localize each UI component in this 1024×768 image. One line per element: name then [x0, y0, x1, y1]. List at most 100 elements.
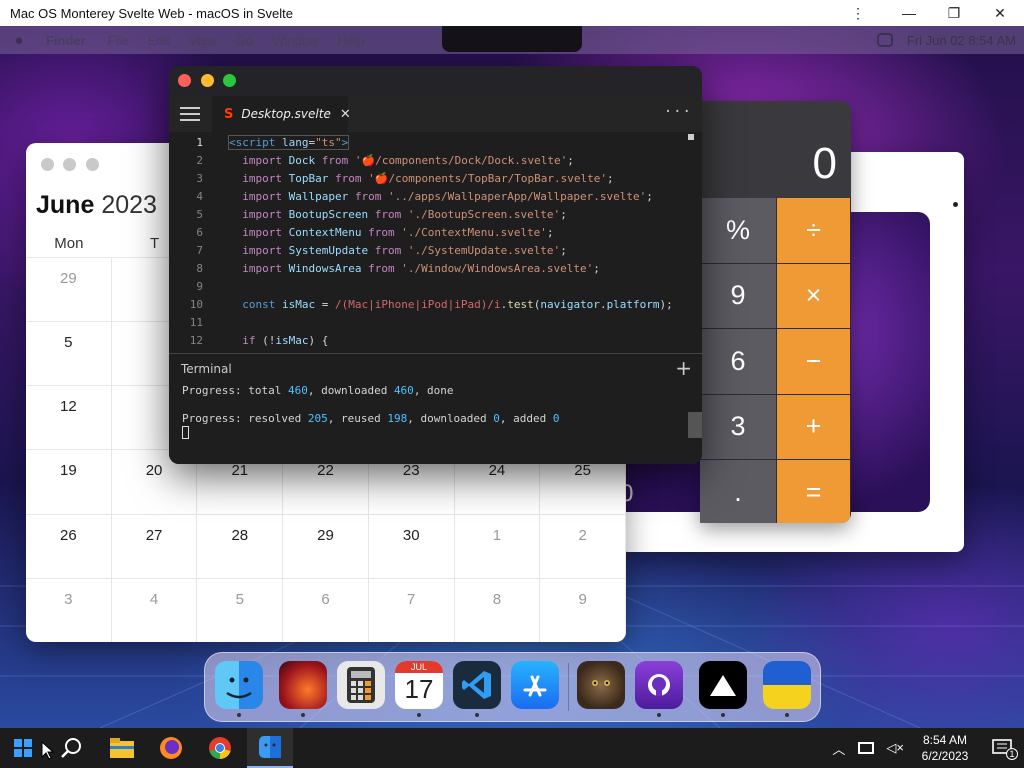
code-line: import Wallpaper from '../apps/Wallpaper… — [242, 190, 653, 203]
new-terminal-icon[interactable]: + — [675, 356, 692, 380]
calendar-day[interactable]: 5 — [197, 577, 284, 642]
taskbar-date: 6/2/2023 — [921, 749, 969, 763]
calendar-day[interactable]: 29 — [26, 257, 112, 322]
terminal-scrollbar[interactable] — [688, 412, 702, 438]
calendar-day[interactable]: 8 — [454, 577, 541, 642]
line-number: 8 — [196, 262, 203, 275]
maximize-icon[interactable]: ❐ — [934, 0, 974, 26]
more-actions-icon[interactable]: ··· — [664, 104, 692, 120]
window-dot — [953, 202, 958, 207]
calc-key-equals[interactable]: = — [777, 460, 851, 523]
calendar-day[interactable]: 30 — [368, 513, 455, 578]
dock-separator — [568, 663, 569, 711]
code-line: import WindowsArea from './Window/Window… — [242, 262, 600, 275]
menu-view[interactable]: View — [189, 33, 217, 48]
menu-go[interactable]: Go — [236, 33, 253, 48]
calendar-day[interactable]: 12 — [26, 385, 112, 450]
launchpad-icon[interactable] — [279, 661, 327, 709]
firefox-icon[interactable] — [148, 728, 194, 768]
calc-key-divide[interactable]: ÷ — [777, 198, 851, 264]
apple-icon[interactable]: ● — [0, 32, 38, 49]
terminal-line: Progress: resolved 205, reused 198, down… — [182, 412, 560, 425]
calendar-icon[interactable]: JUL 17 — [395, 661, 443, 709]
minimize-icon[interactable]: — — [889, 0, 929, 26]
browser-title: Mac OS Monterey Svelte Web - macOS in Sv… — [10, 5, 293, 21]
calendar-day[interactable]: 1 — [454, 513, 541, 578]
tab-close-icon[interactable]: ✕ — [340, 107, 351, 122]
tab-desktop-svelte[interactable]: S Desktop.svelte ✕ — [212, 96, 351, 132]
terminal-panel[interactable]: Terminal + Progress: total 460, download… — [169, 353, 702, 464]
windows-taskbar: ︿ ◁× 8:54 AM 6/2/2023 1 — [0, 728, 1024, 768]
network-icon[interactable] — [858, 742, 875, 754]
calculator-icon[interactable] — [337, 661, 385, 709]
calc-key-3[interactable]: 3 — [700, 394, 777, 460]
calendar-day[interactable]: 7 — [368, 577, 455, 642]
calendar-day[interactable]: 2 — [540, 513, 626, 578]
finder-taskbar-icon[interactable] — [247, 728, 293, 768]
line-number: 12 — [189, 334, 203, 347]
control-center-icon[interactable] — [876, 33, 893, 47]
code-scroll-indicator[interactable] — [688, 134, 694, 140]
calendar-day[interactable]: 4 — [111, 577, 198, 642]
menu-help[interactable]: Help — [338, 33, 365, 48]
calendar-day[interactable]: 19 — [26, 449, 112, 514]
calc-key-minus[interactable]: − — [777, 329, 851, 395]
calendar-day[interactable]: 3 — [26, 577, 112, 642]
menubar-datetime[interactable]: Fri Jun 02 8:54 AM — [907, 33, 1016, 48]
close-traffic-light[interactable] — [178, 74, 191, 87]
menu-window[interactable]: Window — [272, 33, 318, 48]
calendar-year: 2023 — [101, 191, 157, 219]
minimize-traffic-light[interactable] — [63, 158, 76, 171]
chevron-up-icon[interactable]: ︿ — [825, 739, 852, 758]
calc-key-6[interactable]: 6 — [700, 329, 777, 395]
vercel-icon[interactable] — [699, 661, 747, 709]
code-line: import BootupScreen from './BootupScreen… — [242, 208, 567, 221]
chrome-icon[interactable] — [197, 728, 243, 768]
code-area[interactable]: 1 2 3 4 5 6 7 8 9 10 11 12 <script lang="ts"> impor… — [169, 132, 702, 352]
taskbar-clock[interactable]: 8:54 AM 6/2/2023 — [910, 732, 980, 764]
file-explorer-icon[interactable] — [99, 728, 145, 768]
line-number: 1 — [196, 136, 203, 149]
ukraine-flag-icon[interactable] — [763, 661, 811, 709]
appstore-icon[interactable] — [511, 661, 559, 709]
vscode-icon[interactable] — [453, 661, 501, 709]
calendar-day[interactable]: 9 — [540, 577, 626, 642]
calendar-day[interactable]: 27 — [111, 513, 198, 578]
calendar-day[interactable]: 28 — [197, 513, 284, 578]
code-line: import Dock from '🍎/components/Dock/Dock… — [242, 154, 574, 167]
notch — [442, 26, 582, 52]
menu-file[interactable]: File — [108, 33, 129, 48]
calendar-day[interactable]: 6 — [283, 577, 369, 642]
calendar-day[interactable]: 26 — [26, 513, 112, 578]
terminal-title: Terminal — [181, 362, 232, 376]
close-traffic-light[interactable] — [41, 158, 54, 171]
zoom-traffic-light[interactable] — [223, 74, 236, 87]
system-tray: ︿ ◁× 8:54 AM 6/2/2023 1 — [825, 728, 1024, 768]
code-editor-window[interactable]: S Desktop.svelte ✕ ··· 1 2 3 4 5 6 7 8 9 10 11 12 <… — [169, 66, 702, 464]
browser-titlebar: Mac OS Monterey Svelte Web - macOS in Sv… — [0, 0, 1024, 26]
calculator-window[interactable]: 0 % ÷ 9 × 6 − 3 + . = — [700, 101, 851, 523]
notification-count: 1 — [1006, 748, 1018, 760]
calc-key-9[interactable]: 9 — [700, 263, 777, 329]
code-line: <script lang="ts"> — [229, 136, 349, 149]
more-icon[interactable]: ⋮ — [838, 0, 878, 26]
close-icon[interactable]: ✕ — [980, 0, 1020, 26]
zoom-traffic-light[interactable] — [86, 158, 99, 171]
calendar-day[interactable]: 5 — [26, 321, 112, 386]
finder-icon[interactable] — [215, 661, 263, 709]
volume-icon[interactable]: ◁× — [880, 740, 910, 756]
calc-key-multiply[interactable]: × — [777, 263, 851, 329]
calc-key-decimal[interactable]: . — [700, 460, 777, 523]
calc-key-percent[interactable]: % — [700, 198, 777, 264]
menu-edit[interactable]: Edit — [148, 33, 170, 48]
menu-app-finder[interactable]: Finder — [46, 33, 86, 48]
minimize-traffic-light[interactable] — [201, 74, 214, 87]
calc-key-plus[interactable]: + — [777, 394, 851, 460]
github-icon[interactable] — [635, 661, 683, 709]
menu-icon[interactable] — [180, 107, 200, 121]
notification-icon[interactable]: 1 — [980, 739, 1024, 760]
taskbar-time: 8:54 AM — [922, 733, 968, 747]
cat-photo-icon[interactable] — [577, 661, 625, 709]
calendar-day[interactable]: 29 — [283, 513, 369, 578]
windows-start-icon[interactable] — [0, 728, 46, 768]
